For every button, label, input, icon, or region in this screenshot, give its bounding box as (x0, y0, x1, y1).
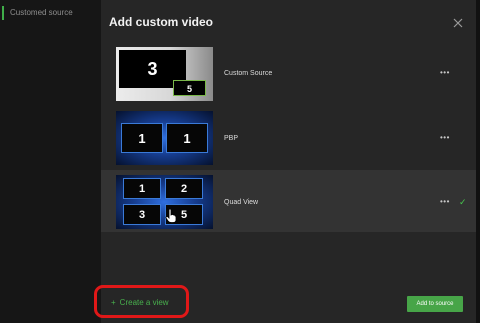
more-icon[interactable]: ••• (440, 197, 450, 206)
add-to-source-button[interactable]: Add to source (407, 296, 463, 312)
pbp-thumbnail: 1 1 (116, 111, 213, 165)
view-option-custom-source[interactable]: 3 5 Custom Source ••• (101, 44, 476, 102)
add-custom-video-dialog: Add custom video 3 5 Custom Source ••• 1… (101, 0, 476, 323)
check-icon: ✓ (459, 197, 467, 207)
thumb-inset-source: 5 (173, 80, 206, 96)
sidebar-item-customed-source[interactable]: Customed source (10, 8, 73, 17)
thumb-quad-2: 2 (165, 178, 203, 199)
thumb-right-source: 1 (166, 123, 208, 153)
view-option-label: Custom Source (224, 70, 273, 77)
annotation-highlight-circle (94, 285, 189, 318)
window-edge (476, 0, 480, 323)
dialog-title: Add custom video (109, 15, 214, 29)
hand-cursor-icon (165, 209, 177, 223)
source-sidebar: Customed source (0, 0, 102, 323)
thumb-left-source: 1 (121, 123, 163, 153)
view-option-label: Quad View (224, 199, 259, 206)
view-option-pbp[interactable]: 1 1 PBP ••• (101, 108, 476, 166)
view-option-label: PBP (224, 135, 239, 142)
quad-view-thumbnail: 1 2 3 5 (116, 175, 213, 229)
more-icon[interactable]: ••• (440, 68, 450, 77)
sidebar-active-indicator (2, 6, 4, 20)
thumb-quad-1: 1 (123, 178, 161, 199)
view-option-quad-view[interactable]: 1 2 3 5 Quad View ••• ✓ (101, 170, 476, 232)
more-icon[interactable]: ••• (440, 133, 450, 142)
close-icon[interactable] (452, 17, 464, 29)
custom-source-thumbnail: 3 5 (116, 47, 213, 101)
thumb-quad-3: 3 (123, 204, 161, 225)
